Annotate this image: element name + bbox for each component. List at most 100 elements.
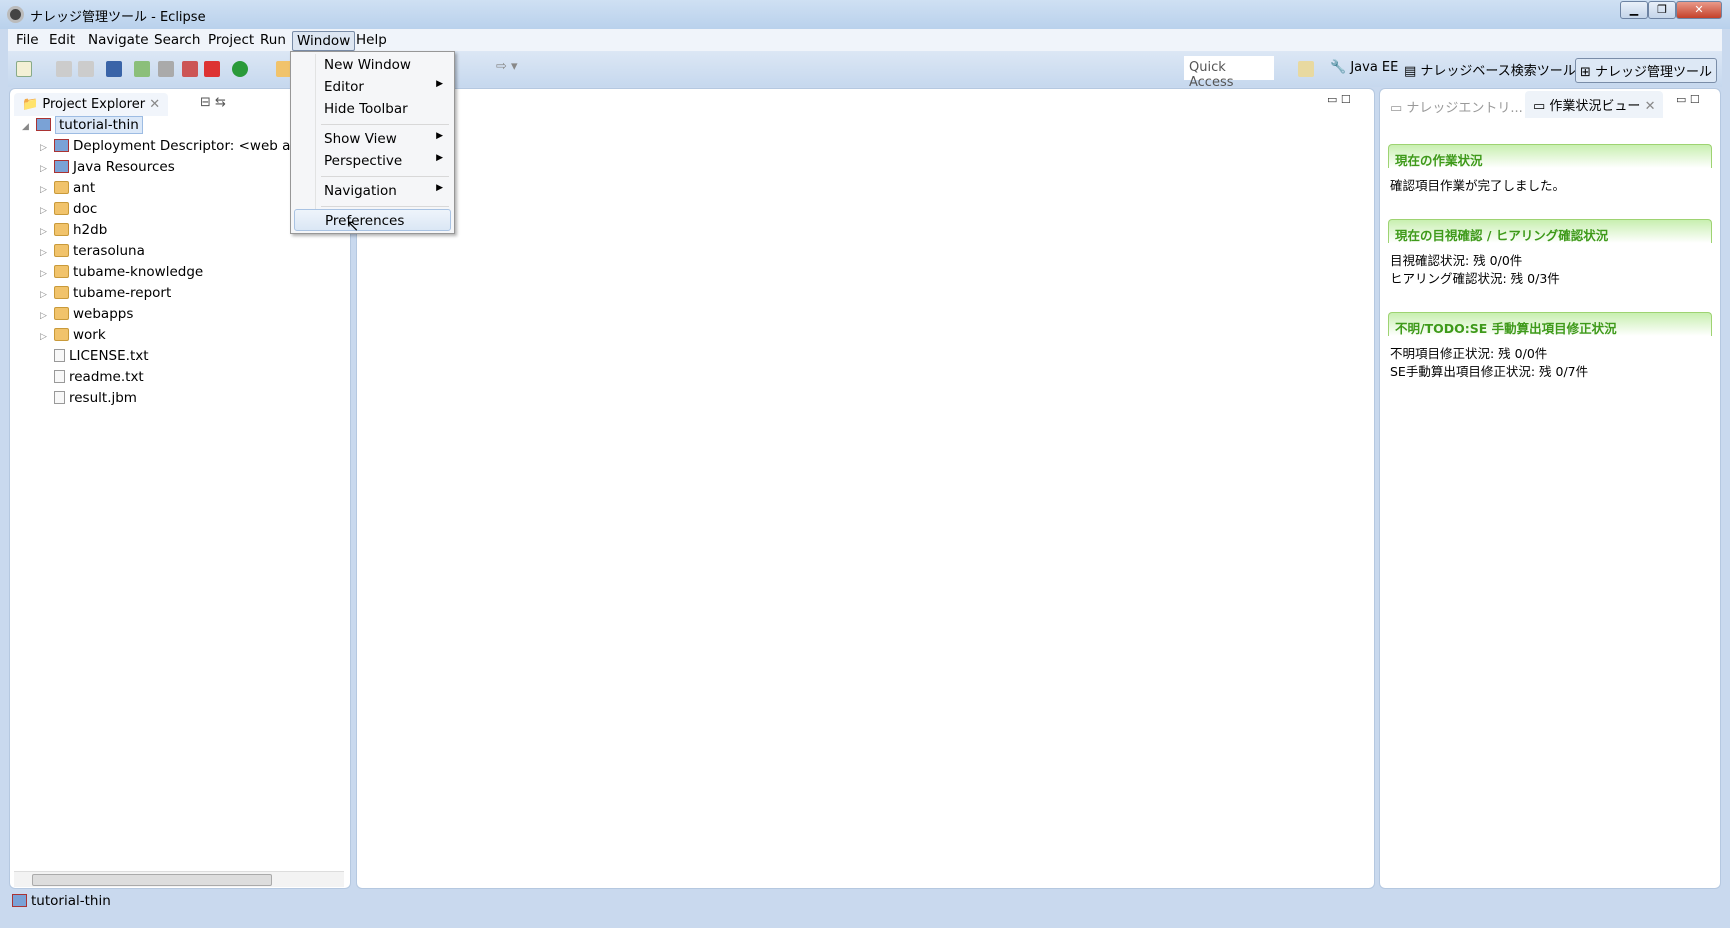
- perspective-knowledge-management[interactable]: ⊞ ナレッジ管理ツール: [1575, 58, 1718, 83]
- menu-item-show-view[interactable]: Show View ▶: [294, 128, 451, 150]
- tree-label: terasoluna: [73, 243, 145, 259]
- minimize-button[interactable]: ▁: [1620, 1, 1648, 19]
- tree-label: readme.txt: [69, 369, 144, 385]
- perspective-knowledge-search[interactable]: ▤ ナレッジベース検索ツール: [1400, 58, 1580, 81]
- tree-label: tutorial-thin: [55, 116, 143, 134]
- menu-item-preferences[interactable]: Preferences: [294, 209, 451, 231]
- tab-project-explorer[interactable]: 📁 Project Explorer ✕: [14, 93, 169, 116]
- console-icon[interactable]: [106, 61, 122, 77]
- new-icon[interactable]: [16, 61, 32, 77]
- minimize-icon[interactable]: ▭ ☐: [1327, 93, 1351, 106]
- tree-item[interactable]: ▷ Java Resources: [40, 159, 175, 180]
- folder-icon: [54, 265, 69, 278]
- menu-bar: File Edit Navigate Search Project Run Wi…: [8, 29, 1722, 51]
- run-icon[interactable]: [232, 61, 248, 77]
- menu-item-new-window[interactable]: New Window: [294, 54, 451, 76]
- menu-item-label: New Window: [324, 57, 411, 73]
- tree-item[interactable]: ▷ doc: [40, 201, 97, 222]
- submenu-arrow-icon: ▶: [436, 153, 443, 163]
- section-title: 不明/TODO:SE 手動算出項目修正状況: [1388, 312, 1712, 336]
- scrollbar-thumb[interactable]: [32, 874, 272, 886]
- expand-arrow-icon[interactable]: ▷: [40, 332, 50, 342]
- tree-item[interactable]: ▷ webapps: [40, 306, 133, 327]
- filter-icon[interactable]: [158, 61, 174, 77]
- menu-help[interactable]: Help: [352, 31, 391, 49]
- menu-item-perspective[interactable]: Perspective ▶: [294, 150, 451, 172]
- menu-item-editor[interactable]: Editor ▶: [294, 76, 451, 98]
- folder-icon: [54, 223, 69, 236]
- minimize-icon[interactable]: ▭ ☐: [1676, 93, 1700, 106]
- menu-item-label: Navigation: [324, 183, 397, 199]
- tree-item[interactable]: ▷ tubame-knowledge: [40, 264, 203, 285]
- tab-knowledge-entry[interactable]: ▭ ナレッジエントリ...: [1382, 93, 1531, 120]
- project-icon: [12, 894, 27, 907]
- menu-item-hide-toolbar[interactable]: Hide Toolbar: [294, 98, 451, 120]
- menu-item-label: Editor: [324, 79, 364, 95]
- perspective-label: Java EE: [1350, 60, 1399, 75]
- collapse-all-icon[interactable]: ⊟ ⇆: [200, 95, 226, 110]
- tab-work-status[interactable]: ▭ 作業状況ビュー ✕: [1525, 91, 1664, 118]
- calendar-icon[interactable]: [182, 61, 198, 77]
- maximize-button[interactable]: ❐: [1648, 1, 1676, 19]
- save-all-icon[interactable]: [78, 61, 94, 77]
- menu-run[interactable]: Run: [256, 31, 290, 49]
- folder-icon: [54, 286, 69, 299]
- expand-arrow-icon[interactable]: ▷: [40, 290, 50, 300]
- status-line: SE手動算出項目修正状況: 残 0/7件: [1390, 364, 1589, 379]
- close-button[interactable]: ✕: [1676, 1, 1722, 19]
- tree-label: tubame-report: [73, 285, 172, 301]
- tree-item[interactable]: LICENSE.txt: [40, 348, 149, 369]
- excel-icon[interactable]: [134, 61, 150, 77]
- tree-item[interactable]: ▷ ant: [40, 180, 95, 201]
- tree-item[interactable]: ▷ Deployment Descriptor: <web app>: [40, 138, 319, 159]
- tree-label: tubame-knowledge: [73, 264, 204, 280]
- quick-access-input[interactable]: Quick Access: [1184, 56, 1274, 90]
- expand-arrow-icon[interactable]: ▷: [40, 143, 50, 153]
- open-perspective-icon[interactable]: [1298, 61, 1314, 77]
- tree-item[interactable]: result.jbm: [40, 390, 137, 411]
- tree-item[interactable]: ▷ tubame-report: [40, 285, 171, 306]
- file-icon: [54, 349, 65, 362]
- status-selection: tutorial-thin: [31, 893, 111, 909]
- expand-arrow-icon[interactable]: ▷: [40, 227, 50, 237]
- menu-search[interactable]: Search: [150, 31, 204, 49]
- menu-navigate[interactable]: Navigate: [84, 31, 153, 49]
- tree-item[interactable]: ▷ h2db: [40, 222, 107, 243]
- expand-arrow-icon[interactable]: ▷: [40, 185, 50, 195]
- tree-label: Deployment Descriptor: <web app>: [73, 138, 319, 154]
- expand-arrow-icon[interactable]: ▷: [40, 164, 50, 174]
- tree-root[interactable]: ◢ tutorial-thin: [22, 116, 143, 138]
- menu-file[interactable]: File: [12, 31, 43, 49]
- tree-item[interactable]: ▷ work: [40, 327, 106, 348]
- expand-arrow-icon[interactable]: ▷: [40, 311, 50, 321]
- horizontal-scrollbar[interactable]: [14, 871, 344, 887]
- expand-arrow-icon[interactable]: ▷: [40, 248, 50, 258]
- tree-label: h2db: [73, 222, 108, 238]
- perspective-java-ee[interactable]: 🔧 Java EE: [1326, 58, 1402, 77]
- menu-project[interactable]: Project: [204, 31, 258, 49]
- work-status-panel: ▭ ナレッジエントリ... ▭ 作業状況ビュー ✕ ▭ ☐ 現在の作業状況 確認…: [1379, 88, 1721, 889]
- tree-item[interactable]: ▷ terasoluna: [40, 243, 145, 264]
- close-tab-icon[interactable]: ✕: [149, 97, 160, 112]
- menu-item-label: Hide Toolbar: [324, 101, 408, 117]
- menu-item-navigation[interactable]: Navigation ▶: [294, 180, 451, 202]
- perspective-label: ナレッジ管理ツール: [1595, 65, 1713, 80]
- tree-item[interactable]: readme.txt: [40, 369, 144, 390]
- mouse-cursor-icon: ↖: [346, 216, 360, 235]
- folder-icon: [54, 244, 69, 257]
- save-icon[interactable]: [56, 61, 72, 77]
- file-icon: [54, 391, 65, 404]
- window-title: ナレッジ管理ツール - Eclipse: [30, 10, 206, 25]
- tree-label: Java Resources: [73, 159, 175, 175]
- folder-icon: [54, 307, 69, 320]
- expand-arrow-icon[interactable]: ▷: [40, 269, 50, 279]
- menu-window[interactable]: Window: [292, 31, 356, 51]
- status-line: 目視確認状況: 残 0/0件: [1390, 253, 1523, 268]
- expand-arrow-icon[interactable]: ▷: [40, 206, 50, 216]
- menu-edit[interactable]: Edit: [45, 31, 79, 49]
- delete-icon[interactable]: [204, 61, 220, 77]
- close-tab-icon[interactable]: ✕: [1645, 99, 1656, 114]
- editor-area: ▭ ☐: [356, 88, 1375, 889]
- forward-icon[interactable]: ⇨ ▾: [496, 59, 518, 74]
- perspective-label: ナレッジベース検索ツール: [1420, 64, 1576, 79]
